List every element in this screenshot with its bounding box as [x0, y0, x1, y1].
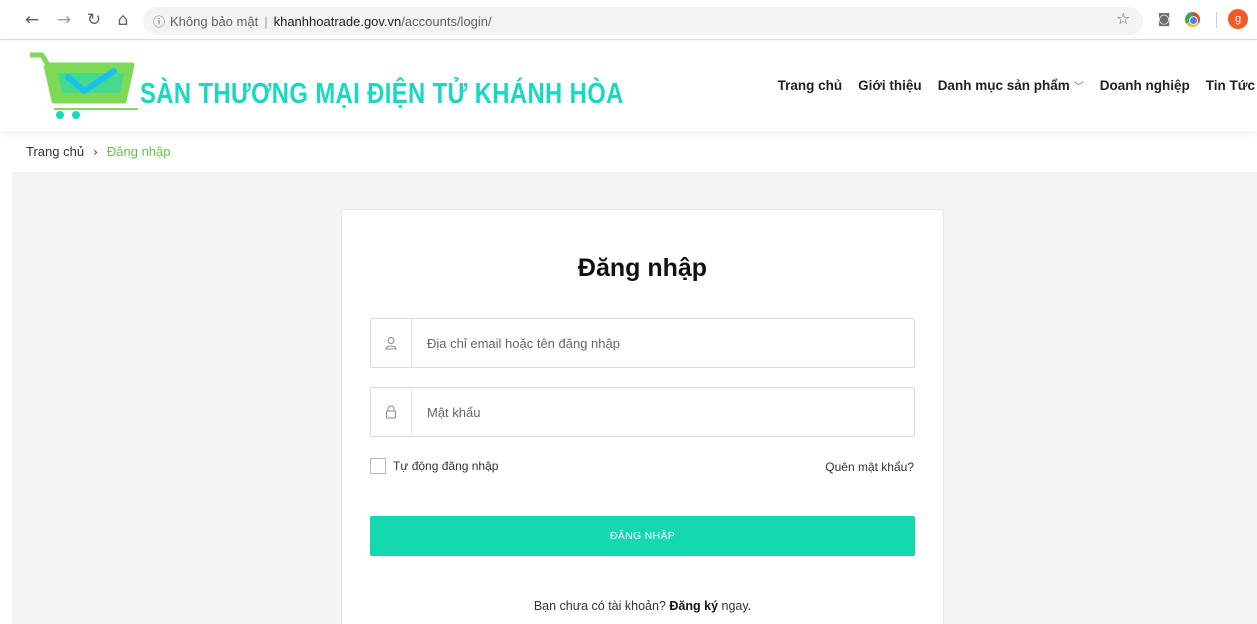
breadcrumb-separator: ›: [93, 144, 98, 159]
logo-text: SÀN THƯƠNG MẠI ĐIỆN TỬ KHÁNH HÒA: [140, 78, 624, 110]
reload-icon[interactable]: ↻: [82, 8, 106, 32]
login-card: Đăng nhập Tự động đăng nhập Quên mật khẩ…: [341, 209, 944, 624]
lock-icon: [371, 388, 412, 436]
url-path: /accounts/login/: [401, 13, 492, 29]
arrow-right-icon[interactable]: →: [52, 8, 76, 32]
address-bar[interactable]: ⓘ Không bảo mật | khanhhoatrade.gov.vn/a…: [143, 7, 1143, 35]
nav-businesses[interactable]: Doanh nghiệp: [1100, 78, 1190, 93]
register-suffix: ngay.: [721, 599, 752, 613]
username-field: [370, 318, 915, 368]
register-link[interactable]: Đăng ký: [669, 599, 718, 613]
login-button[interactable]: ĐĂNG NHẬP: [370, 516, 915, 556]
home-icon[interactable]: ⌂: [111, 8, 135, 32]
forgot-password-link[interactable]: Quên mật khẩu?: [825, 460, 914, 474]
bookmark-star-icon[interactable]: ☆: [1116, 9, 1130, 28]
checkbox-box[interactable]: [370, 458, 386, 474]
arrow-left-icon[interactable]: ←: [20, 8, 44, 32]
nav-about[interactable]: Giới thiệu: [858, 78, 922, 93]
breadcrumb-home[interactable]: Trang chủ: [26, 144, 84, 159]
username-input[interactable]: [412, 319, 914, 367]
security-label: Không bảo mật: [170, 13, 259, 29]
camera-icon[interactable]: ◙: [1155, 10, 1173, 28]
site-header: SÀN THƯƠNG MẠI ĐIỆN TỬ KHÁNH HÒA Trang c…: [0, 41, 1257, 131]
url-host: khanhhoatrade.gov.vn: [273, 13, 402, 29]
remember-me-label: Tự động đăng nhập: [393, 459, 499, 473]
nav-categories-label: Danh mục sản phẩm: [937, 78, 1070, 93]
register-prefix: Bạn chưa có tài khoản?: [533, 599, 666, 613]
page-title: Đăng nhập: [577, 254, 708, 282]
breadcrumb: Trang chủ › Đăng nhập: [26, 144, 171, 159]
browser-toolbar: ← → ↻ ⌂ ⓘ Không bảo mật | khanhhoatrade.…: [0, 0, 1257, 40]
profile-avatar[interactable]: g: [1228, 9, 1248, 29]
breadcrumb-current: Đăng nhập: [106, 144, 171, 159]
password-field: [370, 387, 915, 437]
user-icon: [371, 319, 412, 367]
nav-home[interactable]: Trang chủ: [778, 78, 843, 93]
site-logo[interactable]: SÀN THƯƠNG MẠI ĐIỆN TỬ KHÁNH HÒA: [28, 51, 623, 119]
nav-categories[interactable]: Danh mục sản phẩm ﹀: [938, 78, 1084, 93]
toolbar-divider: [1216, 12, 1217, 28]
password-input[interactable]: [412, 388, 914, 436]
shopping-cart-icon: [30, 52, 138, 119]
chrome-extension-icon[interactable]: [1183, 10, 1201, 28]
url-separator: |: [264, 13, 268, 29]
main-nav: Trang chủ Giới thiệu Danh mục sản phẩm ﹀ …: [778, 78, 1255, 93]
nav-news[interactable]: Tin Tức: [1206, 78, 1255, 93]
chevron-down-icon: ﹀: [1073, 82, 1084, 93]
register-prompt: Bạn chưa có tài khoản? Đăng ký ngay.: [342, 599, 943, 613]
remember-me-checkbox[interactable]: Tự động đăng nhập: [370, 458, 498, 474]
info-icon[interactable]: ⓘ: [153, 13, 165, 30]
